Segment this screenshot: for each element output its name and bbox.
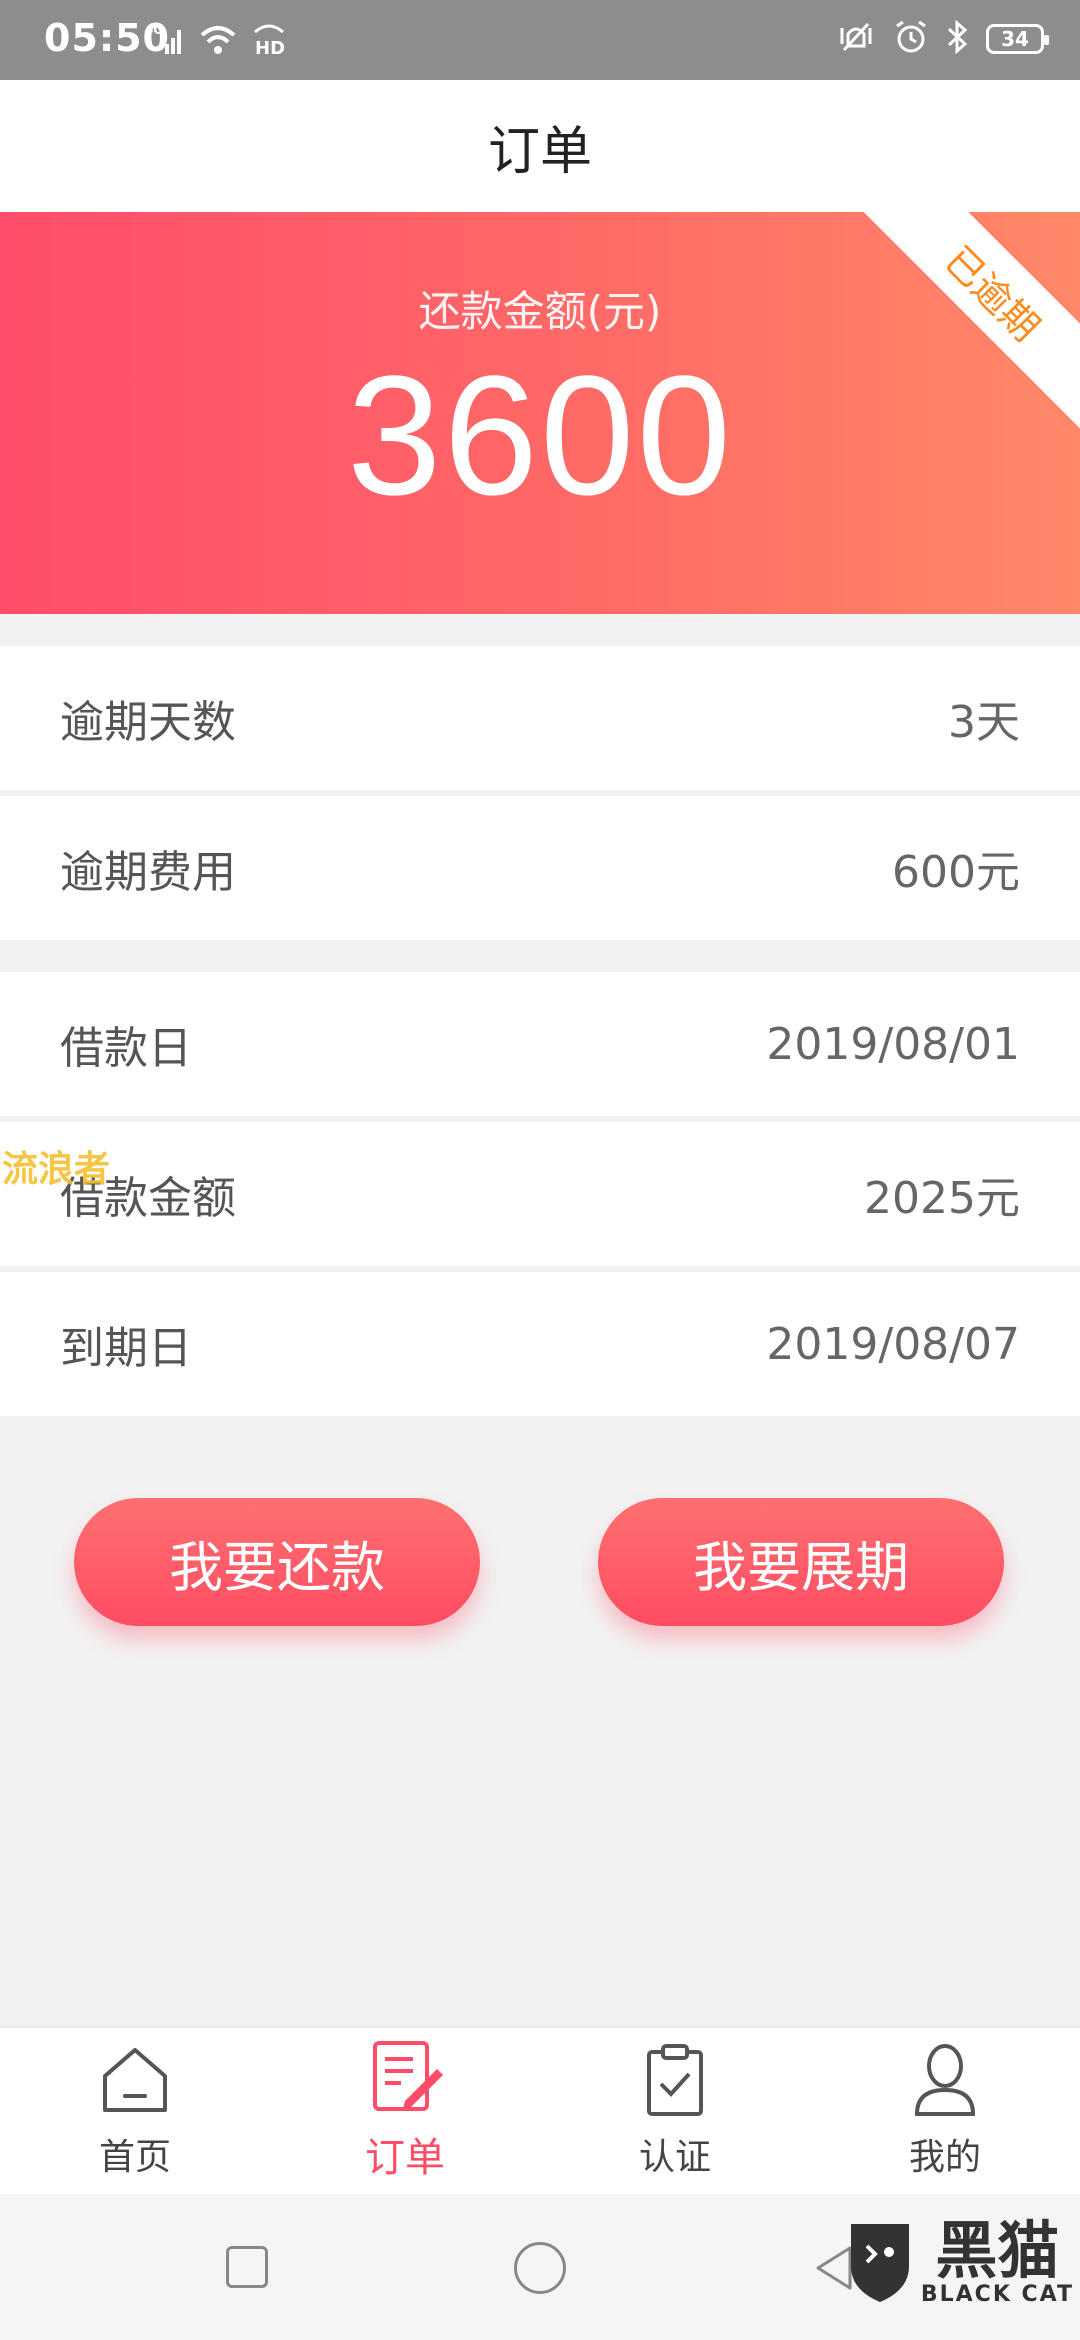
recents-button[interactable] [226, 2246, 268, 2288]
detail-row-due-date: 到期日 2019/08/07 [0, 1272, 1080, 1416]
nav-item-verify[interactable]: 认证 [540, 2028, 810, 2194]
nav-item-home[interactable]: 首页 [0, 2028, 270, 2194]
hd-call-icon: HD [251, 22, 287, 60]
svg-text:HD: HD [255, 38, 285, 56]
svg-text:4G: 4G [145, 23, 163, 37]
repayment-hero: 还款金额(元) 3600 已逾期 [0, 212, 1080, 614]
blackcat-logo-icon [845, 2216, 915, 2310]
status-bar: 05:50 4G HD 34 [0, 0, 1080, 80]
page-title: 订单 [487, 121, 592, 182]
detail-value: 600元 [892, 847, 1020, 898]
detail-row-loan-date: 借款日 2019/08/01 [0, 972, 1080, 1116]
repay-button[interactable]: 我要还款 [74, 1498, 480, 1626]
home-icon [97, 2042, 173, 2122]
detail-row-overdue-fee: 逾期费用 600元 [0, 796, 1080, 940]
nav-label-mine: 我的 [908, 2137, 981, 2178]
detail-label: 逾期天数 [60, 697, 236, 748]
nav-label-orders: 订单 [365, 2135, 445, 2181]
order-details: 逾期天数 3天 逾期费用 600元 借款日 2019/08/01 借款金额 20… [0, 646, 1080, 1422]
detail-label: 逾期费用 [60, 847, 236, 898]
detail-row-loan-amount: 借款金额 2025元 [0, 1122, 1080, 1266]
alarm-icon [894, 20, 928, 58]
wifi-icon [199, 24, 237, 60]
nav-label-verify: 认证 [638, 2137, 711, 2178]
detail-label: 到期日 [60, 1323, 192, 1374]
vibrate-icon [836, 20, 876, 58]
nav-label-home: 首页 [98, 2137, 171, 2178]
clipboard-check-icon [637, 2042, 713, 2122]
battery-icon: 34 [986, 24, 1049, 54]
blackcat-watermark: 黑猫 BLACK CAT [845, 2216, 1074, 2310]
blackcat-logo-en: BLACK CAT [920, 2281, 1074, 2307]
system-nav-bar: 黑猫 BLACK CAT [0, 2194, 1080, 2340]
repayment-amount-label: 还款金额(元) [418, 287, 662, 336]
nav-item-mine[interactable]: 我的 [810, 2028, 1080, 2194]
detail-value: 2025元 [864, 1173, 1020, 1224]
signal-icon: 4G [145, 22, 185, 60]
detail-label: 借款日 [60, 1023, 192, 1074]
title-bar: 订单 [0, 80, 1080, 212]
section-divider [0, 946, 1080, 972]
user-icon [907, 2042, 983, 2122]
extend-button[interactable]: 我要展期 [598, 1498, 1004, 1626]
nav-item-orders[interactable]: 订单 [270, 2028, 540, 2194]
bluetooth-icon [946, 19, 968, 58]
detail-value: 2019/08/07 [766, 1318, 1020, 1370]
order-edit-icon [367, 2039, 443, 2119]
detail-value: 3天 [948, 697, 1020, 748]
watermark-text: 流浪者 [2, 1149, 111, 1190]
blackcat-logo-cn: 黑猫 [935, 2213, 1060, 2287]
bottom-nav: 首页 订单 认证 我的 [0, 2026, 1080, 2194]
detail-row-overdue-days: 逾期天数 3天 [0, 646, 1080, 790]
home-button[interactable] [514, 2242, 566, 2294]
repayment-amount: 3600 [346, 341, 734, 531]
detail-value: 2019/08/01 [766, 1018, 1020, 1070]
